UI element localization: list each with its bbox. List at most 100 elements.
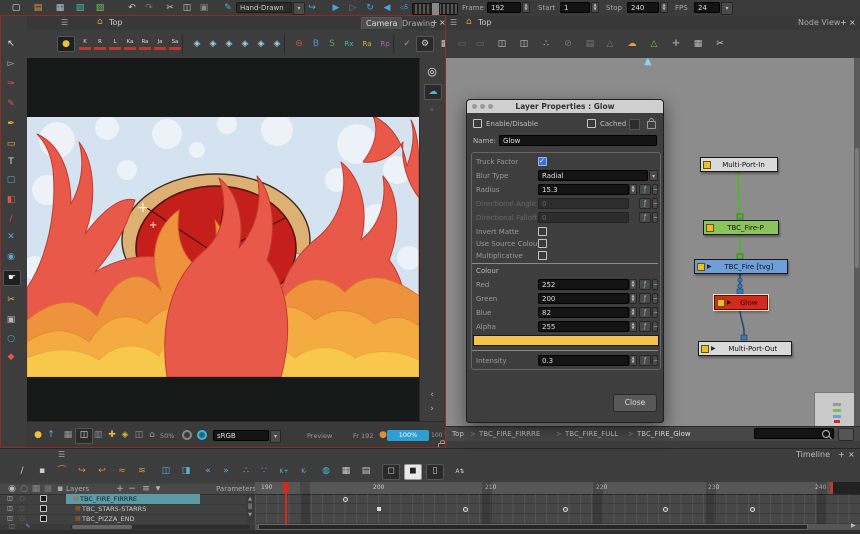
line-tool[interactable]: ∕ — [3, 212, 19, 226]
node-tab-add-icon[interactable]: + — [840, 18, 847, 27]
cutter-tool[interactable]: ✂ — [3, 293, 19, 307]
onion-prev2-icon[interactable]: ◈ — [205, 37, 221, 51]
node-menu-icon[interactable]: ☰ — [450, 18, 457, 27]
camera-eye-icon[interactable]: ◎ — [424, 64, 440, 78]
home-icon[interactable]: ⌂ — [97, 17, 103, 27]
camera-menu-icon[interactable]: ☰ — [61, 18, 68, 27]
tl-stopmotion-icon[interactable]: ▪ — [34, 465, 50, 479]
enable-disable-checkbox[interactable] — [473, 119, 482, 128]
paste-icon[interactable]: ▣ — [196, 1, 212, 15]
invert-matte-checkbox[interactable] — [538, 227, 547, 236]
frame-input[interactable]: 192 — [487, 2, 521, 13]
dialog-lock-icon[interactable] — [647, 118, 656, 129]
tl-sort-icon[interactable]: A⇅ — [452, 465, 468, 479]
tl-toggle-all-icon[interactable]: ◻ — [382, 463, 400, 480]
playhead-marker[interactable] — [283, 482, 289, 492]
render-p-icon[interactable]: Rp — [377, 37, 393, 51]
alpha-function-button[interactable]: ƒ — [639, 321, 651, 332]
render-x-icon[interactable]: Rx — [341, 37, 357, 51]
spread-nodes-icon[interactable]: ∴ — [538, 37, 554, 51]
save-all-icon[interactable]: ▧ — [72, 1, 88, 15]
radius-input[interactable]: 15.3 — [538, 184, 629, 195]
name-input[interactable]: Glow — [499, 135, 657, 146]
thumbnails-icon[interactable]: ▤ — [582, 37, 598, 51]
tl-kf-add-icon[interactable]: K+ — [276, 465, 292, 479]
camera-breadcrumb-top[interactable]: Top — [109, 18, 123, 27]
dir-angle-function-button[interactable]: ƒ — [639, 198, 651, 209]
open-icon[interactable]: ▤ — [30, 1, 46, 15]
backlight-icon[interactable]: B — [308, 37, 324, 51]
green-input[interactable]: 200 — [538, 293, 629, 304]
intensity-stepper[interactable]: ▲ ▼ — [629, 355, 637, 366]
node-tbc-fire-p[interactable]: TBC_Fire-P — [703, 220, 779, 235]
zoom-level[interactable]: 50% — [160, 432, 174, 440]
tl-toggle-sel-icon[interactable]: ◼ — [404, 463, 422, 480]
node-home-icon[interactable]: ⌂ — [466, 17, 472, 27]
checkmark-icon[interactable]: ✓ — [399, 37, 415, 51]
status-up-arrow-icon[interactable]: ↑ — [43, 429, 59, 443]
cable-icon[interactable]: △ — [602, 37, 618, 51]
breadcrumb-item[interactable]: TBC_FIRE_FIRRRE — [479, 427, 540, 441]
render-mode-icon[interactable] — [182, 430, 192, 440]
red-stepper[interactable]: ▲ ▼ — [629, 279, 637, 290]
multiplicative-checkbox[interactable] — [538, 251, 547, 260]
hand-tool[interactable]: ☛ — [3, 270, 21, 286]
node-vscroll-thumb[interactable] — [855, 148, 859, 268]
stamp-tool[interactable]: ✒ — [3, 117, 19, 131]
fps-dropdown-arrow-icon[interactable]: ▾ — [721, 2, 733, 15]
tl-data-view-icon[interactable]: ◍ — [318, 465, 334, 479]
frames-hscrollbar[interactable]: ▶ — [255, 522, 860, 530]
green-function-button[interactable]: ƒ — [639, 293, 651, 304]
tl-curve2-icon[interactable]: ↩ — [94, 465, 110, 479]
cached-checkbox[interactable] — [587, 119, 596, 128]
timeline-menu-icon[interactable]: ☰ — [58, 450, 65, 459]
node-redo-icon[interactable]: ▭ — [472, 37, 488, 51]
tl-kf-prev-icon[interactable]: « — [200, 465, 216, 479]
node-multi-port-in[interactable]: Multi-Port-In — [700, 157, 778, 172]
breadcrumb-item[interactable]: Top — [452, 427, 464, 441]
paint-tool[interactable]: ◧ — [3, 193, 19, 207]
select-rect-tool[interactable]: ▢ — [3, 173, 19, 187]
opengl-mode-icon[interactable] — [197, 430, 207, 440]
node-breadcrumb-top[interactable]: Top — [478, 18, 492, 27]
save-version-icon[interactable]: ▨ — [92, 1, 108, 15]
save-icon[interactable]: ▦ — [52, 1, 68, 15]
tl-kf-del-icon[interactable]: K- — [296, 465, 312, 479]
copy-icon[interactable]: ◫ — [179, 1, 195, 15]
collapse-oval-icon[interactable]: ◦ — [424, 104, 440, 118]
tab-timeline[interactable]: Timeline — [796, 450, 830, 459]
add-group-icon[interactable]: ◫ — [516, 37, 532, 51]
pen-slider-icon[interactable]: ✎ — [20, 520, 36, 534]
timeline-tab-add-icon[interactable]: + — [838, 450, 845, 459]
send-to-pencil-icon[interactable]: ↪ — [304, 1, 320, 15]
node-multi-port-out[interactable]: ▶ Multi-Port-Out — [698, 341, 792, 356]
lasso-tool[interactable]: ▣ — [3, 313, 19, 327]
layers-hscroll-thumb[interactable] — [72, 525, 132, 529]
node-undo-icon[interactable]: ▭ — [454, 37, 470, 51]
text-tool[interactable]: T — [3, 155, 19, 169]
red-function-button[interactable]: ƒ — [639, 279, 651, 290]
cloud-layer-icon[interactable]: ☁ — [424, 84, 442, 100]
tab-node-view[interactable]: Node View — [798, 18, 840, 27]
row-checkbox[interactable] — [40, 515, 47, 522]
truck-factor-checkbox[interactable] — [538, 157, 547, 166]
dropper-tool[interactable]: ◆ — [3, 350, 19, 364]
keyframe-marker[interactable] — [377, 507, 381, 511]
tl-curve1-icon[interactable]: ↪ — [74, 465, 90, 479]
radius-function-button[interactable]: ƒ — [639, 184, 651, 195]
zoom-fit-icon[interactable]: ◫ — [4, 520, 20, 534]
green-stepper[interactable]: ▲ ▼ — [629, 293, 637, 304]
node-thumbnail-arrow-icon[interactable]: ▶ — [711, 345, 716, 352]
colour-swatch[interactable] — [473, 335, 659, 346]
new-scene-icon[interactable]: ▢ — [8, 1, 24, 15]
polyline-tool[interactable]: ✕ — [3, 230, 19, 244]
tl-motion-icon[interactable]: ⌒ — [54, 465, 70, 479]
params-scroll-arrows[interactable]: ▲ ▒ ▼ — [246, 495, 254, 523]
node-thumbnail-arrow-icon[interactable]: ▶ — [727, 299, 732, 306]
cut-icon[interactable]: ✂ — [162, 1, 178, 15]
start-stepper[interactable]: ▲ ▼ — [591, 2, 599, 13]
tl-velocity-icon[interactable]: ≈ — [114, 465, 130, 479]
tab-camera[interactable]: Camera — [361, 17, 403, 29]
tl-dots2-icon[interactable]: ∵ — [256, 465, 272, 479]
sound-icon[interactable]: ◀ — [379, 1, 395, 15]
